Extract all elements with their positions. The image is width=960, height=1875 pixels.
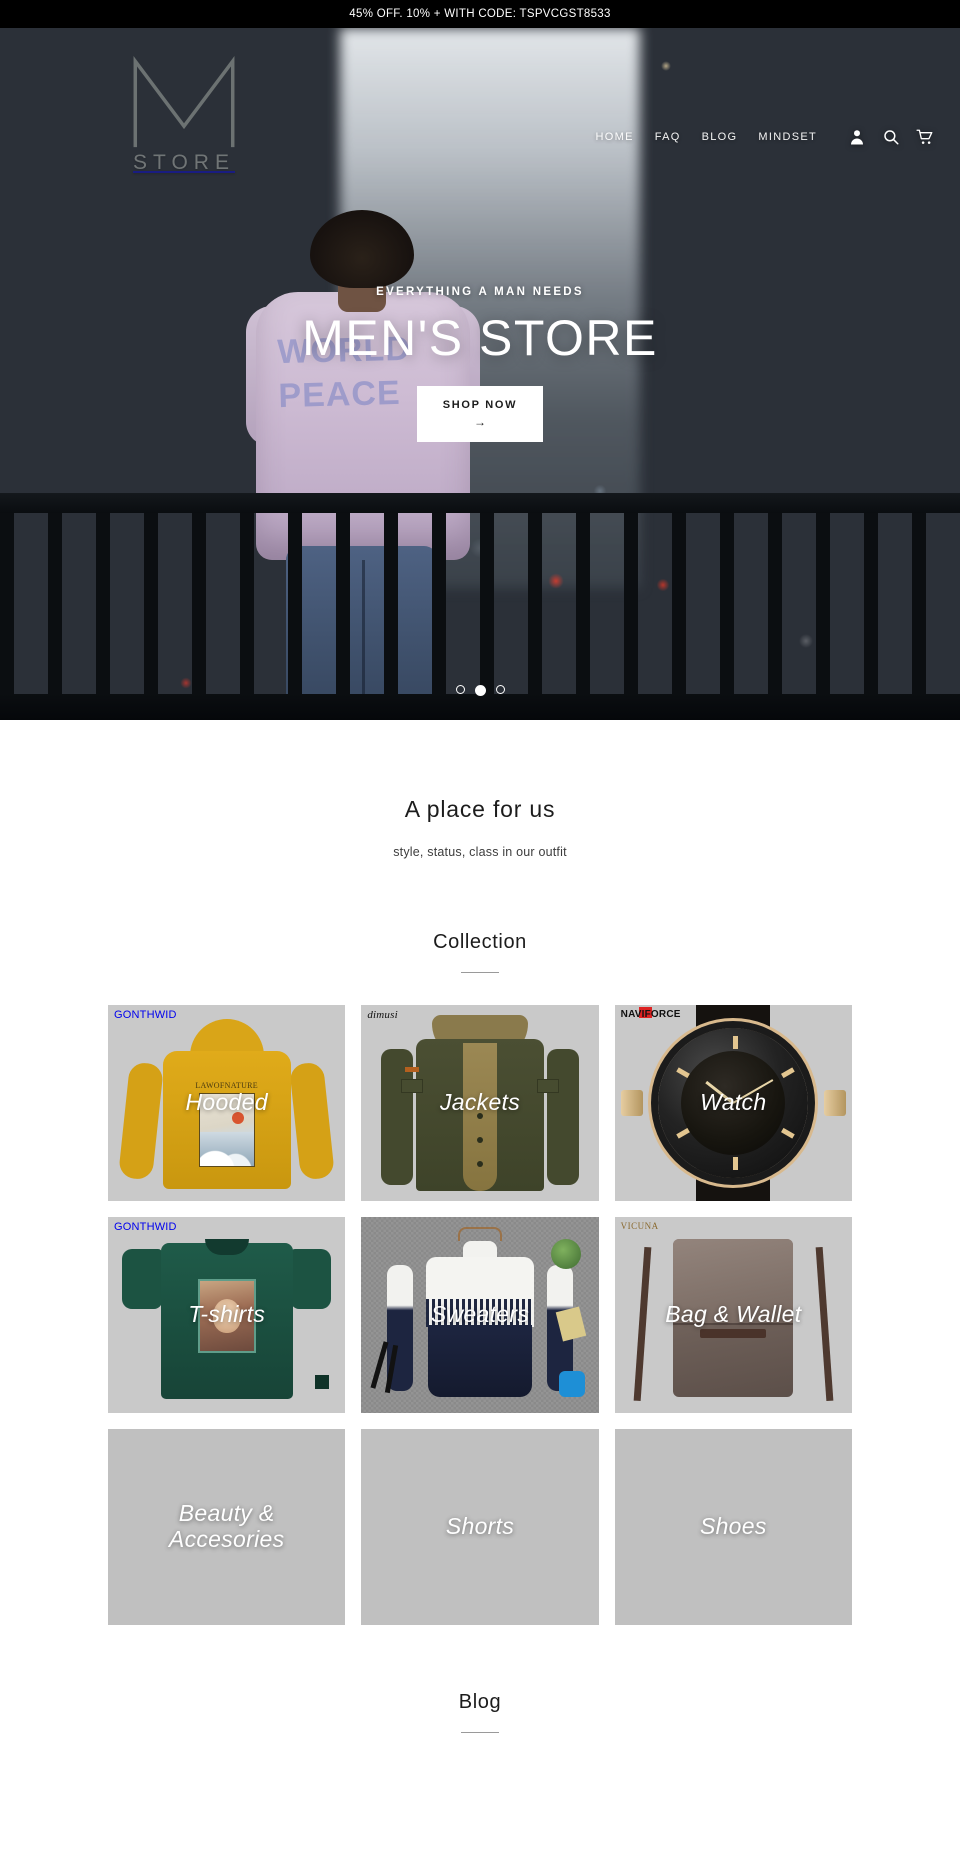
collection-title: Collection: [433, 931, 527, 953]
main-navigation: HOME FAQ BLOG MINDSET: [596, 128, 935, 146]
slide-dot-1[interactable]: [455, 685, 465, 694]
intro-section: A place for us style, status, class in o…: [0, 720, 960, 859]
collection-header: Collection: [0, 931, 960, 973]
nav-item-faq[interactable]: FAQ: [655, 131, 681, 143]
shop-now-button[interactable]: SHOP NOW →: [416, 385, 544, 442]
tile-label-jackets: Jackets: [439, 1089, 521, 1116]
railing-bottom-bar: [0, 694, 960, 720]
collection-tile-shoes[interactable]: Shoes: [614, 1429, 852, 1625]
nav-item-mindset[interactable]: MINDSET: [758, 131, 817, 143]
collection-tile-jackets[interactable]: dimusi Jackets: [361, 1005, 599, 1201]
tile-label-tshirts: T-shirts: [188, 1301, 266, 1328]
slide-dot-3[interactable]: [495, 685, 505, 694]
collection-tile-hooded[interactable]: LAWOFNATURE GONTHWID Hooded: [108, 1005, 346, 1201]
shop-now-label: SHOP NOW: [442, 398, 518, 411]
collection-tile-watch[interactable]: NAVIFORCE Watch: [614, 1005, 852, 1201]
collection-divider: [461, 972, 499, 973]
arrow-right-icon: →: [473, 414, 486, 429]
account-icon[interactable]: [848, 128, 866, 146]
tile-label-sweaters: Sweaters: [430, 1301, 530, 1328]
collection-tile-sweaters[interactable]: Sweaters: [361, 1217, 599, 1413]
blog-section: Blog: [0, 1625, 960, 1773]
tile-label-watch: Watch: [700, 1089, 767, 1116]
blog-header: Blog: [0, 1691, 960, 1733]
tile-label-hooded: Hooded: [185, 1089, 268, 1116]
header-icon-group: [848, 128, 934, 146]
hero-eyebrow: EVERYTHING A MAN NEEDS: [376, 286, 584, 298]
intro-subtitle: style, status, class in our outfit: [393, 845, 567, 859]
tile-label-shorts: Shorts: [445, 1513, 515, 1540]
hero-slideshow: WORLD PEACE STORE HOME FAQ BLOG MINDSET: [0, 28, 960, 720]
nav-item-home[interactable]: HOME: [596, 131, 634, 143]
slideshow-pagination: [0, 685, 960, 696]
cart-icon[interactable]: [916, 128, 934, 146]
hero-content: EVERYTHING A MAN NEEDS MEN'S STORE SHOP …: [0, 286, 960, 442]
announcement-text: 45% OFF. 10% + WITH CODE: TSPVCGST8533: [349, 8, 611, 20]
site-header: STORE HOME FAQ BLOG MINDSET: [0, 28, 960, 218]
railing-top-bar: [0, 493, 960, 513]
logo-m-icon: [126, 54, 242, 157]
collection-tile-shorts[interactable]: Shorts: [361, 1429, 599, 1625]
logo-wordmark: STORE: [133, 151, 235, 174]
collection-tile-bag-wallet[interactable]: VICUNA Bag & Wallet: [614, 1217, 852, 1413]
blog-title: Blog: [458, 1691, 502, 1713]
collection-section: Collection LAWOFNATURE GONTHWID Hooded d…: [0, 859, 960, 1625]
slide-dot-2[interactable]: [474, 685, 486, 696]
announcement-bar: 45% OFF. 10% + WITH CODE: TSPVCGST8533: [0, 0, 960, 28]
collection-grid: LAWOFNATURE GONTHWID Hooded dimusi Jacke…: [108, 1005, 852, 1625]
search-icon[interactable]: [882, 128, 900, 146]
intro-title: A place for us: [404, 796, 556, 822]
site-logo[interactable]: STORE: [126, 54, 242, 175]
hero-title: MEN'S STORE: [302, 310, 658, 366]
blog-divider: [461, 1732, 499, 1733]
tile-label-bag-wallet: Bag & Wallet: [665, 1301, 802, 1328]
nav-item-blog[interactable]: BLOG: [702, 131, 738, 143]
tile-label-beauty-accesories: Beauty & Accesories: [168, 1500, 285, 1552]
collection-tile-beauty-accesories[interactable]: Beauty & Accesories: [108, 1429, 346, 1625]
subject-hair: [310, 210, 414, 288]
tile-label-shoes: Shoes: [699, 1513, 767, 1540]
collection-tile-tshirts[interactable]: GONTHWID T-shirts: [108, 1217, 346, 1413]
